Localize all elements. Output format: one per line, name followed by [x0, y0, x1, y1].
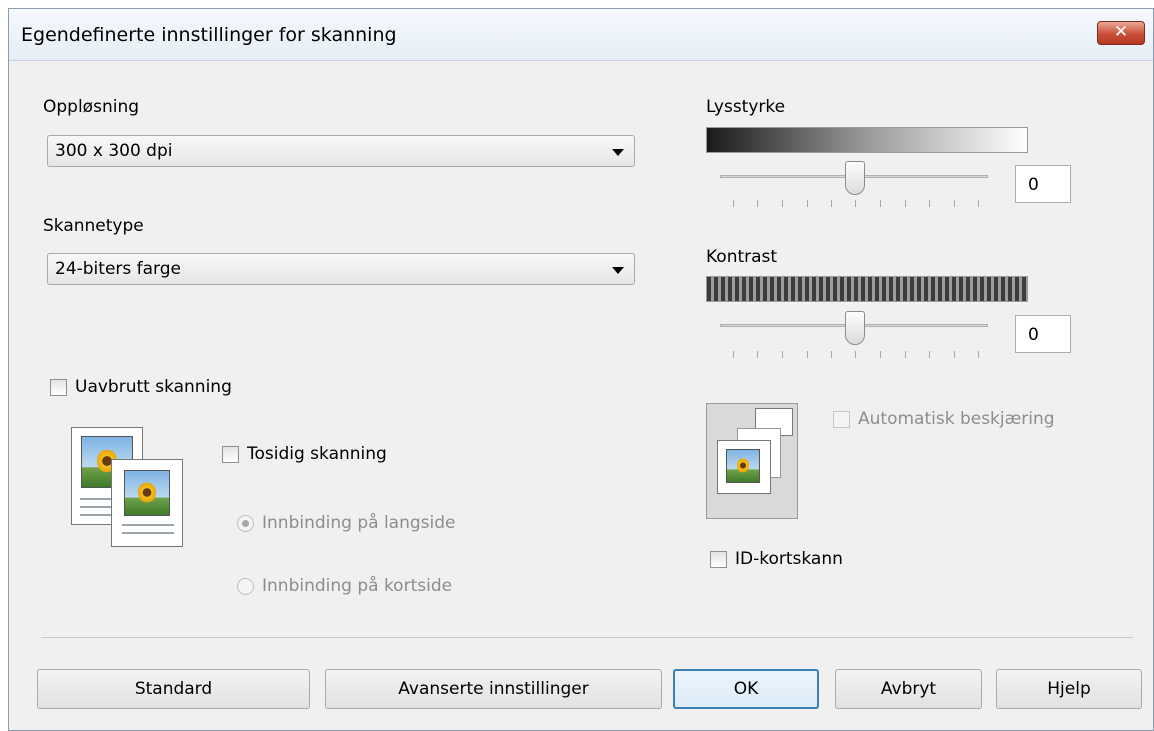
title-bar[interactable]: Egendefinerte innstillinger for skanning…	[9, 9, 1153, 61]
contrast-label: Kontrast	[706, 247, 778, 267]
brightness-slider-thumb[interactable]	[845, 161, 865, 195]
long-edge-binding-label: Innbinding på langside	[262, 513, 456, 533]
brightness-value: 0	[1028, 175, 1039, 195]
cancel-button[interactable]: Avbryt	[835, 669, 982, 709]
contrast-pattern	[706, 276, 1028, 302]
brightness-gradient	[706, 127, 1028, 153]
scan-settings-dialog: Egendefinerte innstillinger for skanning…	[8, 8, 1154, 731]
resolution-select[interactable]: 300 x 300 dpi	[47, 135, 635, 167]
brightness-label: Lysstyrke	[706, 97, 786, 117]
duplex-scan-checkbox[interactable]	[222, 446, 239, 463]
duplex-scan-label: Tosidig skanning	[247, 444, 387, 464]
scan-type-label: Skannetype	[43, 216, 144, 236]
short-edge-binding-label: Innbinding på kortside	[262, 576, 453, 596]
chevron-down-icon	[612, 149, 624, 156]
contrast-value-field[interactable]: 0	[1015, 315, 1071, 353]
short-edge-binding-radio[interactable]	[237, 578, 254, 595]
scan-type-value: 24-biters farge	[55, 259, 181, 279]
ok-button[interactable]: OK	[673, 669, 819, 709]
standard-button[interactable]: Standard	[37, 669, 310, 709]
chevron-down-icon	[612, 267, 624, 274]
continuous-scan-checkbox[interactable]	[50, 379, 67, 396]
id-card-scan-icon	[706, 403, 798, 519]
id-card-scan-checkbox[interactable]	[710, 551, 727, 568]
help-button[interactable]: Hjelp	[996, 669, 1142, 709]
id-card-scan-label: ID-kortskann	[735, 549, 843, 569]
close-icon: ✕	[1113, 22, 1129, 42]
resolution-value: 300 x 300 dpi	[55, 141, 173, 161]
continuous-scan-label: Uavbrutt skanning	[75, 377, 232, 397]
brightness-value-field[interactable]: 0	[1015, 165, 1071, 203]
auto-crop-checkbox[interactable]	[833, 411, 850, 428]
long-edge-binding-radio[interactable]	[237, 515, 254, 532]
contrast-value: 0	[1028, 325, 1039, 345]
window-title: Egendefinerte innstillinger for skanning	[21, 24, 397, 46]
separator	[41, 637, 1133, 638]
resolution-label: Oppløsning	[43, 97, 140, 117]
advanced-settings-button[interactable]: Avanserte innstillinger	[325, 669, 662, 709]
contrast-slider-thumb[interactable]	[845, 311, 865, 345]
scan-type-select[interactable]: 24-biters farge	[47, 253, 635, 285]
auto-crop-label: Automatisk beskjæring	[858, 409, 1055, 429]
close-button[interactable]: ✕	[1097, 21, 1145, 45]
